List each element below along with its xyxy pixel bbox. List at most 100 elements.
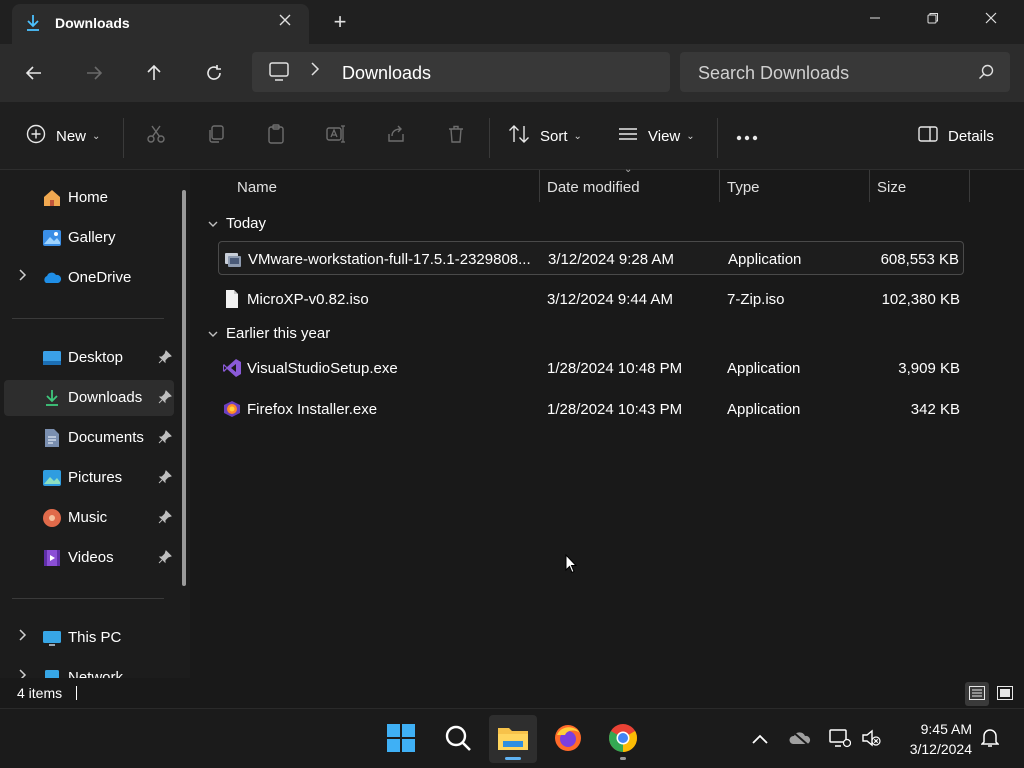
share-button[interactable]	[386, 122, 406, 150]
more-options-button[interactable]	[736, 122, 758, 150]
tab-downloads[interactable]: Downloads	[12, 4, 309, 44]
file-explorer-taskbar-button[interactable]	[489, 715, 537, 763]
file-name: MicroXP-v0.82.iso	[247, 291, 369, 308]
sidebar-label: Pictures	[68, 469, 123, 486]
delete-button[interactable]	[446, 122, 466, 150]
start-button[interactable]	[377, 715, 425, 763]
back-button[interactable]	[20, 59, 48, 87]
sidebar-item-home[interactable]: Home	[4, 180, 174, 216]
volume-tray-button[interactable]	[860, 727, 884, 751]
sort-button[interactable]: Sort ⌄	[508, 122, 582, 150]
column-header-name[interactable]: Name	[237, 170, 277, 202]
pin-icon[interactable]	[158, 470, 172, 484]
breadcrumb-chevron-icon[interactable]	[310, 61, 320, 82]
breadcrumb-downloads[interactable]: Downloads	[342, 63, 431, 84]
network-tray-button[interactable]	[828, 727, 852, 751]
search-taskbar-button[interactable]	[434, 715, 482, 763]
chevron-down-icon[interactable]	[208, 219, 226, 231]
computer-icon[interactable]	[268, 62, 290, 85]
copy-button[interactable]	[206, 122, 226, 150]
taskbar: 9:45 AM 3/12/2024	[0, 708, 1024, 768]
view-button[interactable]: View ⌄	[618, 122, 695, 150]
file-row[interactable]: VMware-workstation-full-17.5.1-2329808..…	[218, 241, 964, 275]
sidebar-item-gallery[interactable]: Gallery	[4, 220, 174, 256]
sort-arrows-icon	[508, 124, 530, 148]
chevron-down-icon: ⌄	[573, 130, 582, 142]
pin-icon[interactable]	[158, 550, 172, 564]
chevron-right-icon[interactable]	[18, 628, 28, 645]
column-header-date-modified[interactable]: Date modified	[547, 170, 640, 202]
system-clock[interactable]: 9:45 AM 3/12/2024	[896, 719, 972, 759]
pin-icon[interactable]	[158, 390, 172, 404]
group-header-earlier-this-year[interactable]: Earlier this year	[208, 325, 330, 342]
sidebar-item-desktop[interactable]: Desktop	[4, 340, 174, 376]
sidebar-item-onedrive[interactable]: OneDrive	[4, 260, 174, 296]
tiles-view-button[interactable]	[993, 682, 1017, 706]
sidebar-item-downloads[interactable]: Downloads	[4, 380, 174, 416]
sidebar-divider	[12, 598, 164, 599]
clock-time: 9:45 AM	[920, 721, 972, 737]
search-placeholder[interactable]: Search Downloads	[698, 63, 849, 84]
column-divider[interactable]	[719, 170, 720, 202]
restore-button[interactable]	[904, 0, 962, 36]
details-pane-button[interactable]: Details	[918, 122, 994, 150]
show-hidden-icons-button[interactable]	[748, 727, 772, 751]
file-date: 1/28/2024 10:48 PM	[547, 360, 683, 377]
up-button[interactable]	[140, 59, 168, 87]
file-size: 608,553 KB	[880, 251, 959, 268]
pin-icon[interactable]	[158, 350, 172, 364]
chevron-right-icon[interactable]	[18, 668, 28, 678]
sidebar-item-music[interactable]: Music	[4, 500, 174, 536]
folder-icon	[497, 724, 529, 755]
details-view-button[interactable]	[965, 682, 989, 706]
column-header-size[interactable]: Size	[877, 170, 906, 202]
sidebar-item-this-pc[interactable]: This PC	[4, 620, 174, 656]
firefox-icon	[553, 723, 583, 756]
chevron-right-icon[interactable]	[18, 268, 28, 285]
sidebar-scrollbar[interactable]	[182, 190, 186, 586]
sidebar-item-network[interactable]: Network	[4, 660, 174, 678]
refresh-button[interactable]	[200, 59, 228, 87]
address-bar[interactable]: Downloads	[252, 52, 670, 92]
sidebar-label: Videos	[68, 549, 114, 566]
sidebar-item-videos[interactable]: Videos	[4, 540, 174, 576]
rename-button[interactable]	[326, 122, 346, 150]
network-icon	[42, 668, 62, 678]
command-separator	[123, 118, 124, 158]
column-divider[interactable]	[539, 170, 540, 202]
pin-icon[interactable]	[158, 430, 172, 444]
file-size: 3,909 KB	[898, 360, 960, 377]
new-tab-button[interactable]: +	[328, 10, 352, 34]
file-name: Firefox Installer.exe	[247, 401, 378, 418]
file-row[interactable]: VisualStudioSetup.exe 1/28/2024 10:48 PM…	[218, 351, 964, 385]
column-divider[interactable]	[969, 170, 970, 202]
sidebar-label: OneDrive	[68, 269, 132, 286]
tab-close-icon[interactable]	[275, 12, 295, 32]
notifications-button[interactable]	[978, 727, 1002, 751]
minimize-button[interactable]	[846, 0, 904, 36]
sidebar-item-pictures[interactable]: Pictures	[4, 460, 174, 496]
forward-button[interactable]	[80, 59, 108, 87]
chrome-taskbar-button[interactable]	[599, 715, 647, 763]
sidebar-item-documents[interactable]: Documents	[4, 420, 174, 456]
new-button[interactable]: New ⌄	[26, 122, 100, 150]
close-window-button[interactable]	[962, 0, 1020, 36]
file-row[interactable]: MicroXP-v0.82.iso 3/12/2024 9:44 AM 7-Zi…	[218, 282, 964, 316]
home-icon	[42, 188, 62, 208]
cut-button[interactable]	[146, 122, 166, 150]
column-divider[interactable]	[869, 170, 870, 202]
cut-icon	[146, 124, 166, 148]
firefox-taskbar-button[interactable]	[544, 715, 592, 763]
search-box[interactable]: Search Downloads	[680, 52, 1010, 92]
column-header-type[interactable]: Type	[727, 170, 760, 202]
pictures-icon	[42, 468, 62, 488]
file-row[interactable]: Firefox Installer.exe 1/28/2024 10:43 PM…	[218, 392, 964, 426]
chevron-down-icon[interactable]	[208, 329, 226, 341]
group-header-today[interactable]: Today	[208, 215, 266, 232]
documents-icon	[42, 428, 62, 448]
pin-icon[interactable]	[158, 510, 172, 524]
search-icon[interactable]	[978, 64, 994, 83]
tab-title: Downloads	[55, 15, 130, 31]
onedrive-tray-button[interactable]	[788, 727, 812, 751]
paste-button[interactable]	[266, 122, 286, 150]
